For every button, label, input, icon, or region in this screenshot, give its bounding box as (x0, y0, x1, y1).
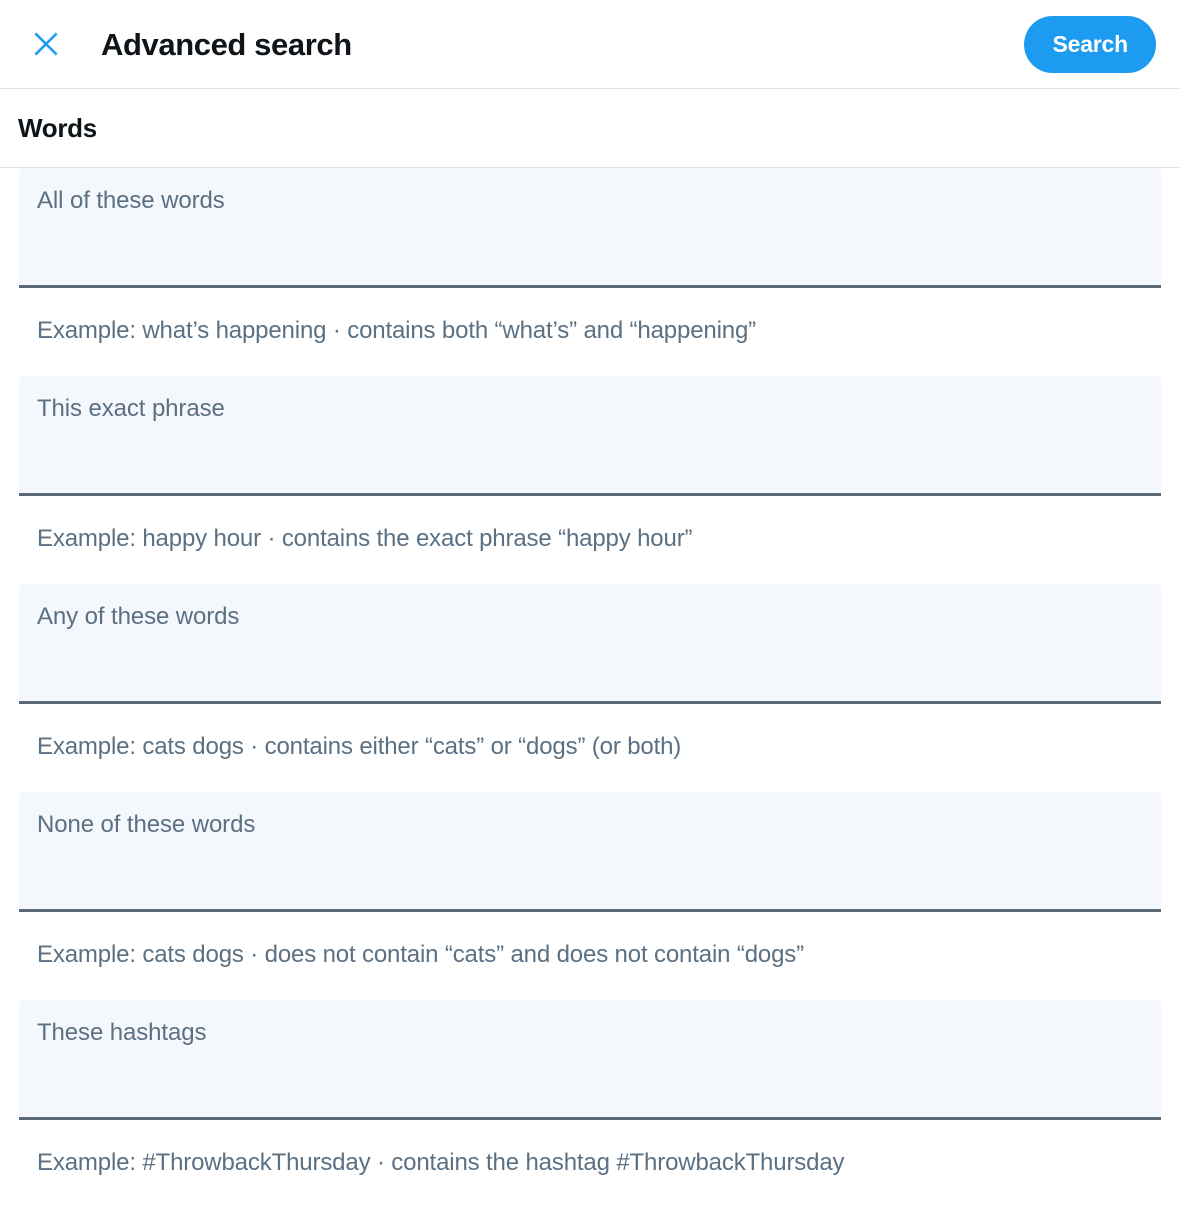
close-button[interactable] (24, 22, 68, 66)
field-group-none-of-these-words: None of these words Example: cats dogs ·… (19, 792, 1161, 1000)
all-of-these-words-example: Example: what’s happening · contains bot… (37, 317, 757, 344)
any-of-these-words-example: Example: cats dogs · contains either “ca… (37, 733, 682, 760)
field-group-this-exact-phrase: This exact phrase Example: happy hour · … (19, 376, 1161, 584)
none-of-these-words-input[interactable]: None of these words (19, 792, 1161, 912)
these-hashtags-example: Example: #ThrowbackThursday · contains t… (37, 1149, 845, 1176)
close-icon (31, 29, 61, 59)
these-hashtags-label: These hashtags (37, 1019, 207, 1046)
field-group-these-hashtags: These hashtags Example: #ThrowbackThursd… (19, 1000, 1161, 1208)
search-button[interactable]: Search (1024, 15, 1156, 73)
field-group-any-of-these-words: Any of these words Example: cats dogs · … (19, 584, 1161, 792)
these-hashtags-input[interactable]: These hashtags (19, 1000, 1161, 1120)
section-title-words: Words (18, 113, 97, 143)
none-of-these-words-example: Example: cats dogs · does not contain “c… (37, 941, 804, 968)
this-exact-phrase-label: This exact phrase (37, 395, 225, 422)
any-of-these-words-label: Any of these words (37, 603, 240, 630)
words-fields-list: All of these words Example: what’s happe… (0, 168, 1180, 1208)
all-of-these-words-input[interactable]: All of these words (19, 168, 1161, 288)
any-of-these-words-input[interactable]: Any of these words (19, 584, 1161, 704)
all-of-these-words-label: All of these words (37, 187, 225, 214)
this-exact-phrase-example: Example: happy hour · contains the exact… (37, 525, 693, 552)
this-exact-phrase-input[interactable]: This exact phrase (19, 376, 1161, 496)
page-title: Advanced search (101, 26, 352, 62)
field-group-all-of-these-words: All of these words Example: what’s happe… (19, 168, 1161, 376)
advanced-search-header: Advanced search Search (0, 0, 1180, 88)
none-of-these-words-label: None of these words (37, 811, 256, 838)
